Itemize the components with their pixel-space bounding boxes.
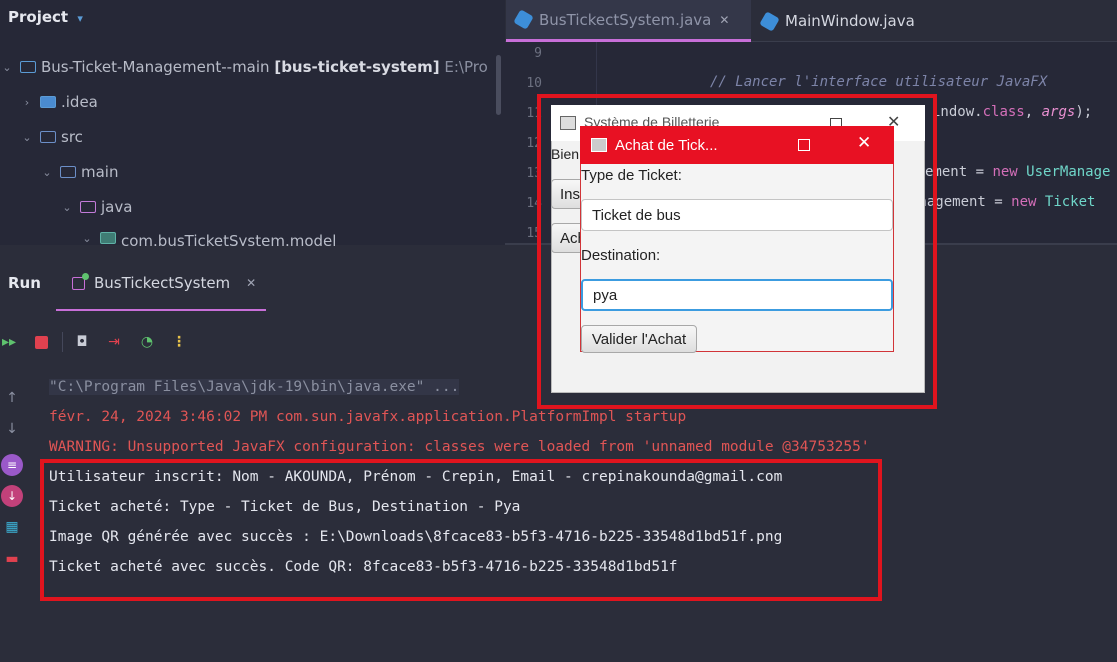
- code-token: ,: [1024, 104, 1042, 120]
- code-token: args: [1041, 104, 1076, 120]
- tree-item-label: src: [61, 128, 83, 146]
- arrow-up-icon[interactable]: ↑: [3, 389, 21, 407]
- camera-icon[interactable]: ◘: [73, 333, 91, 351]
- tree-item-label: Bus-Ticket-Management--main: [41, 58, 270, 76]
- line-number: 10: [526, 76, 542, 91]
- comment-text: // Lancer l'interface utilisateur JavaFX: [710, 74, 1048, 90]
- run-tab-indicator: [56, 309, 266, 311]
- code-line-13: ement = new UserManage: [925, 164, 1110, 180]
- folder-icon: [20, 61, 36, 73]
- clock-icon[interactable]: ◔: [138, 333, 156, 351]
- tree-item-label: com.busTicketSystem.model: [121, 232, 337, 246]
- run-panel-title: Run: [8, 274, 41, 292]
- line-number: 9: [534, 46, 542, 61]
- tab-mainwindow[interactable]: MainWindow.java: [752, 0, 942, 42]
- chevron-right-icon: ›: [24, 95, 30, 109]
- close-icon[interactable]: ✕: [719, 13, 729, 27]
- tree-item-src[interactable]: ⌄ src: [20, 128, 83, 146]
- run-config-icon: [72, 272, 89, 290]
- close-icon[interactable]: ✕: [246, 276, 256, 290]
- exit-icon[interactable]: ⇥: [105, 333, 123, 351]
- arrow-down-icon[interactable]: ↓: [3, 420, 21, 438]
- run-tab[interactable]: BusTickectSystem ✕: [72, 272, 256, 292]
- chevron-down-icon: ⌄: [2, 60, 12, 74]
- tree-item-label: main: [81, 163, 119, 181]
- code-line-11: indow.class, args);: [932, 104, 1092, 120]
- code-token: UserManage: [1026, 164, 1111, 180]
- tree-item-root[interactable]: ⌄ Bus-Ticket-Management--main [bus-ticke…: [0, 58, 488, 76]
- annotation-box-dialog: [537, 94, 937, 409]
- java-file-icon: [513, 9, 534, 30]
- code-token: new: [992, 164, 1018, 180]
- soft-wrap-icon[interactable]: ≡: [1, 454, 23, 476]
- scroll-to-end-icon[interactable]: ↓: [1, 485, 23, 507]
- project-header-label: Project: [8, 8, 69, 26]
- folder-icon: [40, 131, 56, 143]
- code-line-14: anagement = new Ticket: [910, 194, 1095, 210]
- project-header[interactable]: Project ▾: [8, 8, 83, 26]
- chevron-down-icon: ▾: [77, 12, 83, 25]
- tree-item-label: java: [101, 198, 133, 216]
- chevron-down-icon: ⌄: [22, 130, 32, 144]
- code-token: Ticket: [1044, 194, 1096, 210]
- folder-icon: [60, 166, 76, 178]
- tree-item-package[interactable]: ⌄ com.busTicketSystem.model: [80, 232, 336, 246]
- more-icon[interactable]: ⋮: [170, 333, 188, 351]
- tab-bustickectsystem[interactable]: BusTickectSystem.java ✕: [506, 0, 751, 42]
- run-tab-label: BusTickectSystem: [94, 274, 231, 292]
- folder-icon: [80, 201, 96, 213]
- code-token: class: [982, 104, 1025, 120]
- chevron-down-icon: ⌄: [62, 200, 72, 214]
- toolbar-separator: [62, 332, 63, 352]
- console-line: "C:\Program Files\Java\jdk-19\bin\java.e…: [49, 379, 460, 395]
- code-token: new: [1011, 194, 1037, 210]
- tree-item-main[interactable]: ⌄ main: [40, 163, 118, 181]
- rerun-icon[interactable]: ▸▸: [0, 333, 18, 351]
- annotation-box-console: [40, 459, 882, 601]
- tree-item-idea[interactable]: › .idea: [20, 93, 98, 111]
- tree-item-label: .idea: [61, 93, 98, 111]
- chevron-down-icon: ⌄: [82, 232, 92, 245]
- trash-icon[interactable]: ▬: [3, 550, 21, 568]
- print-icon[interactable]: ▦: [3, 518, 21, 536]
- console-line: WARNING: Unsupported JavaFX configuratio…: [49, 439, 870, 455]
- spellcheck-squiggle: [960, 92, 1056, 94]
- chevron-down-icon: ⌄: [42, 165, 52, 179]
- code-token: );: [1075, 104, 1093, 120]
- stop-icon[interactable]: [32, 333, 50, 351]
- tab-label: MainWindow.java: [785, 12, 915, 30]
- code-token: .: [974, 104, 983, 120]
- project-path: E:\Pro: [444, 58, 488, 76]
- package-icon: [100, 232, 116, 244]
- folder-icon: [40, 96, 56, 108]
- module-name: [bus-ticket-system]: [274, 58, 440, 76]
- tree-item-java[interactable]: ⌄ java: [60, 198, 132, 216]
- code-comment: // Lancer l'interface utilisateur JavaFX: [710, 74, 1047, 90]
- code-token: indow: [932, 104, 975, 120]
- project-scrollbar[interactable]: [496, 55, 501, 115]
- tab-label: BusTickectSystem.java: [539, 10, 712, 29]
- java-file-icon: [759, 10, 780, 32]
- console-line: févr. 24, 2024 3:46:02 PM com.sun.javafx…: [49, 409, 687, 425]
